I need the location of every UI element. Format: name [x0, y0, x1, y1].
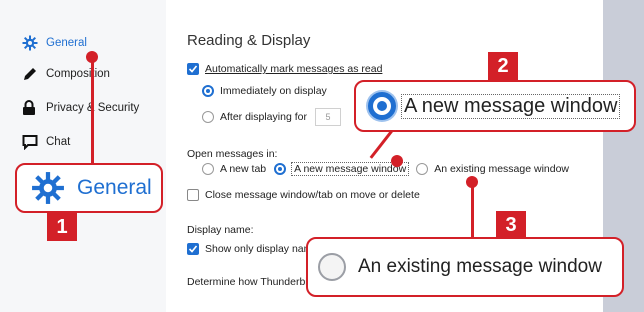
close-window-label: Close message window/tab on move or dele… [205, 189, 420, 201]
new-window-radio[interactable] [274, 163, 287, 175]
immediately-label: Immediately on display [220, 85, 327, 97]
gear-icon [22, 35, 42, 51]
auto-mark-row[interactable]: Automatically mark messages as read [187, 63, 382, 75]
section-title: Reading & Display [187, 32, 311, 49]
open-options-row: A new tab A new message window An existi… [202, 162, 570, 176]
sidebar-item-chat[interactable]: Chat [22, 131, 70, 153]
new-tab-label: A new tab [220, 163, 267, 175]
new-window-radio-zoom [368, 92, 396, 120]
sidebar-item-label: Composition [46, 68, 110, 80]
callout-2-label: A new message window [400, 93, 621, 119]
after-row[interactable]: After displaying for 5 [202, 108, 341, 126]
new-tab-radio[interactable] [202, 163, 214, 175]
immediately-row[interactable]: Immediately on display [202, 85, 327, 97]
existing-window-radio[interactable] [416, 163, 429, 175]
sidebar-item-label: Chat [46, 136, 71, 148]
existing-window-radio-zoom [318, 253, 346, 281]
lock-icon [22, 100, 42, 116]
callout-3-box: An existing message window [306, 237, 624, 297]
gear-icon [31, 171, 65, 205]
callout-1-dot [86, 51, 98, 63]
chat-icon [22, 134, 42, 150]
after-label: After displaying for [220, 111, 307, 123]
sidebar-item-label: General [46, 37, 87, 49]
after-radio[interactable] [202, 111, 214, 123]
sidebar-item-privacy[interactable]: Privacy & Security [22, 97, 139, 119]
callout-1-badge: 1 [47, 213, 77, 241]
callout-2-box: A new message window [354, 80, 636, 132]
pen-icon [22, 66, 42, 82]
close-window-checkbox[interactable] [187, 189, 199, 201]
close-window-row[interactable]: Close message window/tab on move or dele… [187, 189, 420, 201]
callout-3-dot [466, 176, 478, 188]
open-messages-label: Open messages in: [187, 148, 278, 160]
determine-label: Determine how Thunderbi [187, 276, 308, 288]
sidebar: General Composition Privacy & Security C… [0, 0, 166, 312]
callout-1-box: General [15, 163, 163, 213]
callout-3-label: An existing message window [358, 256, 602, 277]
callout-3-badge: 3 [496, 211, 526, 239]
auto-mark-checkbox[interactable] [187, 63, 199, 75]
callout-1-leader [91, 57, 94, 167]
show-display-name-row[interactable]: Show only display nam [187, 243, 312, 255]
show-display-name-checkbox[interactable] [187, 243, 199, 255]
callout-2-badge: 2 [488, 52, 518, 80]
existing-window-label: An existing message window [434, 163, 570, 175]
new-window-label: A new message window [291, 162, 410, 176]
immediately-radio[interactable] [202, 85, 214, 97]
sidebar-item-general[interactable]: General [22, 32, 87, 54]
callout-1-label: General [77, 176, 152, 199]
auto-mark-label: Automatically mark messages as read [205, 63, 383, 75]
after-seconds-input[interactable]: 5 [314, 108, 341, 126]
display-name-label: Display name: [187, 224, 254, 236]
sidebar-item-composition[interactable]: Composition [22, 63, 110, 85]
callout-3-leader [471, 182, 474, 237]
show-display-name-label: Show only display nam [205, 243, 313, 255]
callout-2-dot [391, 155, 403, 167]
